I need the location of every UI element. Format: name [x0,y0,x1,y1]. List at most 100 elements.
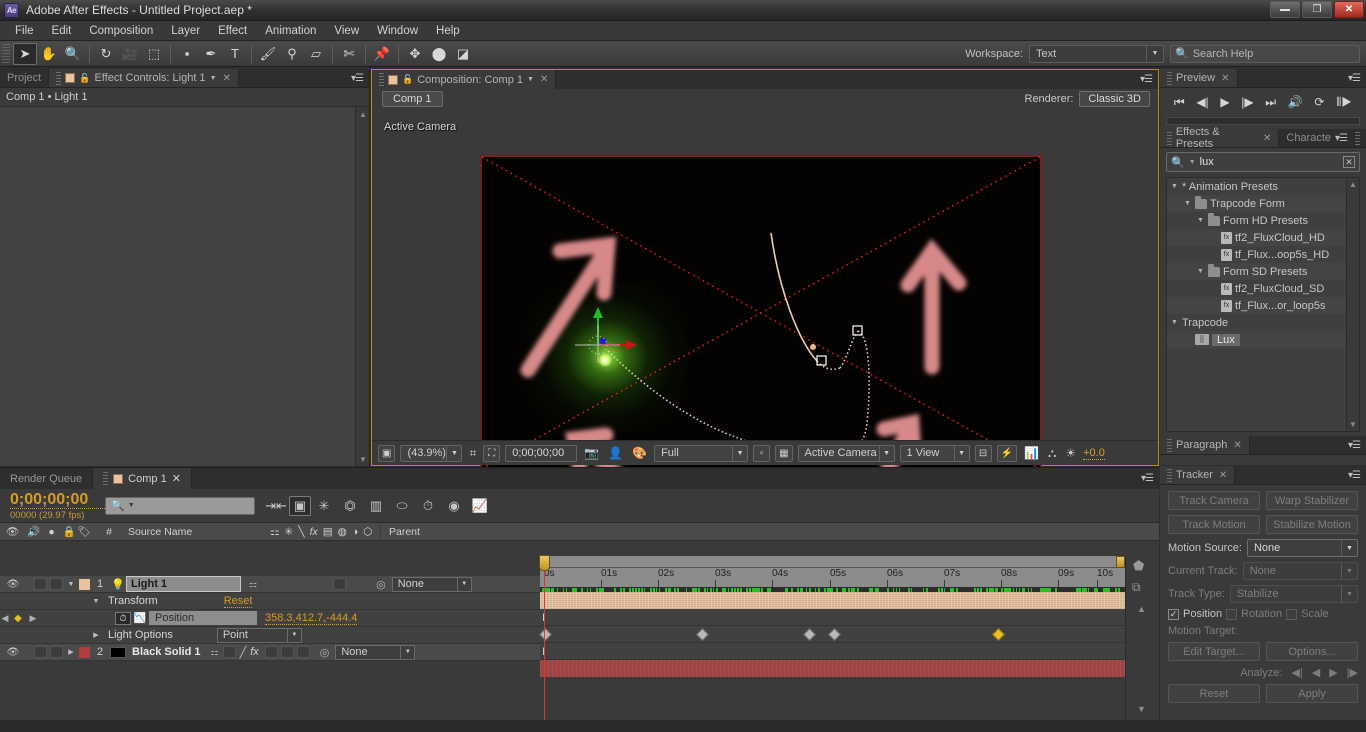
exposure-value[interactable]: +0.0 [1083,447,1105,460]
list-item[interactable]: fx tf_Flux...or_loop5s [1167,297,1359,314]
layer-duration-bar[interactable] [540,660,1125,677]
frame-blend-switch[interactable] [264,646,278,658]
expand-triangle-icon[interactable]: ▶ [63,648,79,656]
rotation-tool-icon[interactable]: ↻ [94,43,118,65]
sphere-icon[interactable]: ⬤ [427,43,451,65]
menu-item-layer[interactable]: Layer [162,23,209,39]
menu-item-composition[interactable]: Composition [80,23,162,39]
comp-name-chip[interactable]: Comp 1 [382,91,443,107]
audio-toggle[interactable] [34,578,47,590]
work-area-bar[interactable] [540,556,1125,568]
renderer-button[interactable]: Classic 3D [1079,91,1150,107]
stopwatch-icon[interactable]: ⏱ [115,611,131,625]
audio-toggle[interactable] [34,646,47,658]
lock-icon[interactable]: 🔓 [79,73,90,84]
previous-keyframe-icon[interactable]: ◀ [0,613,10,624]
video-eye-icon[interactable]: 👁 [0,647,26,658]
comp-marker-icon[interactable]: ⬟ [1133,558,1144,574]
last-frame-button[interactable]: ⏭ [1265,95,1276,110]
preview-slider[interactable] [1166,117,1360,125]
layer-color-swatch[interactable] [79,646,90,658]
parent-select[interactable]: None ▼ [391,576,472,592]
comp-flowchart-icon[interactable]: ⛬ [1046,445,1058,462]
track-light1[interactable] [540,592,1125,609]
list-item[interactable]: ▼ Trapcode Form [1167,195,1359,212]
property-name[interactable]: Position [149,611,257,625]
audio-toggle-button[interactable]: 🔊 [1288,95,1303,109]
disclosure-triangle-icon[interactable]: ▼ [1196,268,1205,275]
keyframe[interactable] [803,628,816,641]
playhead-handle[interactable] [539,555,550,571]
clone-stamp-tool-icon[interactable]: ⚲ [280,43,304,65]
expand-triangle-icon[interactable]: ▼ [63,581,79,588]
presets-search-input[interactable]: 🔍 ▼ lux ✕ [1166,152,1360,172]
snapshot-icon[interactable]: 📷 [582,445,601,462]
table-row[interactable]: ▶ Light Options Point ▼ [0,627,540,644]
pen-tool-icon[interactable]: ✒ [199,43,223,65]
comp-nav-icon[interactable]: ⧉ [1132,580,1141,595]
reset-button[interactable]: Reset [1168,684,1260,703]
play-button[interactable]: ▶ [1220,95,1229,109]
layer-duration-bar[interactable] [540,592,1125,609]
mask-feather-icon[interactable]: ◪ [451,43,475,65]
always-preview-icon[interactable]: ▣ [378,444,396,462]
menu-item-view[interactable]: View [325,23,368,39]
chevron-down-icon[interactable]: ▼ [210,75,217,82]
scale-checkbox[interactable] [1286,608,1298,620]
tab-effect-controls[interactable]: 🔓 Effect Controls: Light 1 ▼ ✕ [49,69,239,87]
brainstorm-icon[interactable]: ⬭ [389,495,415,517]
stabilize-motion-button[interactable]: Stabilize Motion [1266,515,1358,534]
property-value[interactable]: 358.3,412.7,-444.4 [265,612,358,625]
chevron-down-icon[interactable]: ▼ [1189,159,1196,166]
show-snapshot-icon[interactable]: 👤 [606,445,625,462]
shy-switch[interactable]: ⚏ [210,647,218,658]
time-ruler[interactable]: 0s 01s 02s 03s 04s 05s 06s 07s 08s 09s 10s [540,568,1125,588]
tab-composition[interactable]: 🔓 Composition: Comp 1 ▼ ✕ [372,70,557,89]
camera-view-select[interactable]: Active Camera ▼ [797,444,895,462]
parent-header[interactable]: Parent [380,523,1159,540]
loop-button[interactable]: ⟳ [1314,95,1324,109]
camera-tool-icon[interactable]: 🎥 [118,43,142,65]
close-icon[interactable]: ✕ [1219,470,1227,481]
warp-stabilizer-button[interactable]: Warp Stabilizer [1266,491,1358,510]
draft-3d-icon[interactable]: ▣ [289,495,311,516]
view-layout-select[interactable]: 1 View ▼ [899,444,970,462]
timeline-jump-icon[interactable]: 📊 [1022,445,1041,462]
roto-brush-tool-icon[interactable]: ✄ [337,43,361,65]
shape-tool-icon[interactable]: ▪ [175,43,199,65]
zoom-level-select[interactable]: (43.9%) ▼ [400,444,463,462]
panel-menu-icon[interactable]: ▾☰ [351,73,364,84]
close-icon[interactable]: ✕ [1263,133,1271,144]
close-icon[interactable]: ✕ [223,73,231,84]
close-icon[interactable]: ✕ [172,472,181,485]
frame-blending-icon[interactable]: ⏣ [337,495,363,517]
track-motion-button[interactable]: Track Motion [1168,515,1260,534]
layer-name-field[interactable]: Light 1 [126,576,241,592]
keyframe[interactable] [992,628,1005,641]
scroll-up-icon[interactable]: ▲ [358,109,368,119]
table-row[interactable]: ◀ ◆ ▶ ⏱ 📉 Position 358.3,412.7,-444.4 [0,610,540,627]
list-item[interactable]: fx tf2_FluxCloud_HD [1167,229,1359,246]
live-update-icon[interactable]: ◉ [441,495,467,517]
effects-switch[interactable]: fx [250,646,259,658]
graph-editor-set-icon[interactable]: 📉 [131,613,149,624]
composition-canvas[interactable] [480,155,1042,472]
analyze-forward-1-icon[interactable]: |▶ [1347,666,1358,679]
table-row[interactable]: 👁 ▶ 2 Black Solid 1 ⚏ ╱ fx ◎ None ▼ [0,644,540,661]
panel-menu-icon[interactable]: ▾☰ [1140,74,1153,85]
layer-color-swatch[interactable] [79,578,90,590]
panel-menu-icon[interactable]: ▾☰ [1348,440,1361,451]
keyframe[interactable] [539,628,552,641]
next-keyframe-icon[interactable]: ▶ [26,613,40,624]
chevron-down-icon[interactable]: ▼ [527,76,534,83]
track-position-keyframes[interactable] [539,626,1125,643]
close-icon[interactable]: ✕ [1233,440,1241,451]
brush-tool-icon[interactable]: 🖌 [256,43,280,65]
light-type-select[interactable]: Point ▼ [216,627,302,643]
puppet-pin-tool-icon[interactable]: 📌 [370,43,394,65]
panel-menu-icon[interactable]: ▾☰ [1141,473,1154,484]
motion-source-select[interactable]: None ▼ [1246,539,1358,557]
panel-menu-icon[interactable]: ▾☰ [1348,73,1361,84]
parent-pickwhip-icon[interactable]: ◎ [376,578,386,591]
fast-previews-icon[interactable]: ⚡ [996,444,1017,462]
